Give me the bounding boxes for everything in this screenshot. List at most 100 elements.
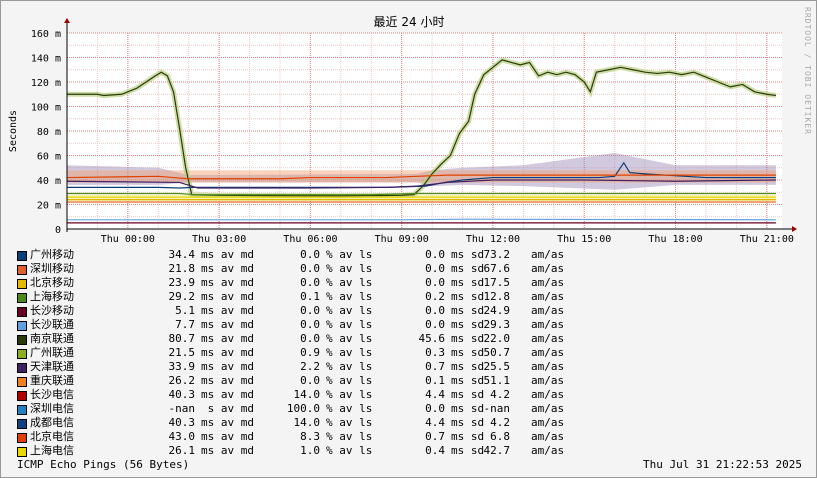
legend-row: 长沙联通 7.7 ms av md 0.0% av ls 0.0 ms sd 29.3 am/…: [17, 318, 577, 332]
legend-row: 天津联通 33.9 ms av md 2.2% av ls 0.7 ms sd 25.5 am…: [17, 360, 577, 374]
legend-avg: -nan: [168, 402, 196, 415]
legend-series-name: 北京移动: [30, 276, 74, 289]
legend-loss: 14.0: [293, 388, 321, 401]
legend-loss-unit: % av ls: [326, 332, 373, 345]
legend-am-unit: am/as: [531, 276, 565, 289]
legend-row: 北京移动 23.9 ms av md 0.0% av ls 0.0 ms sd 17.5 am…: [17, 276, 577, 290]
legend-loss: 0.0: [300, 248, 320, 261]
legend-swatch: [17, 433, 27, 443]
legend-am-unit: am/as: [531, 248, 565, 261]
legend-am-unit: am/as: [531, 262, 565, 275]
legend-sd: 0.7: [425, 430, 445, 443]
legend-series-name: 上海移动: [30, 290, 74, 303]
y-tick-label: 0: [55, 225, 61, 236]
legend-swatch: [17, 447, 27, 457]
legend-avg-unit: ms av md: [201, 304, 254, 317]
legend-am: 25.5: [483, 360, 511, 373]
legend-loss: 0.0: [300, 304, 320, 317]
legend-swatch: [17, 405, 27, 415]
footer-probe-label: ICMP Echo Pings (56 Bytes): [17, 458, 190, 471]
x-tick-label: Thu 15:00: [557, 234, 611, 245]
legend-loss-unit: % av ls: [326, 402, 373, 415]
x-tick-label: Thu 06:00: [283, 234, 337, 245]
legend-series-name: 广州移动: [30, 248, 74, 261]
legend-am: -nan: [483, 402, 511, 415]
legend-row: 上海移动 29.2 ms av md 0.1% av ls 0.2 ms sd 12.8 am…: [17, 290, 577, 304]
legend-row: 广州移动 34.4 ms av md 0.0% av ls 0.0 ms sd 73.2 am…: [17, 248, 577, 262]
legend-am-unit: am/as: [531, 318, 565, 331]
legend-avg: 26.2: [168, 374, 196, 387]
legend-loss: 0.0: [300, 262, 320, 275]
legend-swatch: [17, 279, 27, 289]
legend-avg-unit: ms av md: [201, 444, 254, 457]
x-tick-label: Thu 12:00: [466, 234, 520, 245]
graph-frame: 0 20 m 40 m 60 m 80 m 100 m 120 m 140 m 160 m Thu…: [0, 0, 817, 478]
legend-row: 南京联通 80.7 ms av md 0.0% av ls 45.6 ms sd 22.0 a…: [17, 332, 577, 346]
legend-loss: 0.0: [300, 318, 320, 331]
legend-loss-unit: % av ls: [326, 290, 373, 303]
legend-swatch: [17, 419, 27, 429]
x-axis-arrow: [792, 226, 797, 232]
legend-sd: 0.0: [425, 262, 445, 275]
legend-series-name: 上海电信: [30, 444, 74, 457]
legend-loss-unit: % av ls: [326, 346, 373, 359]
legend-avg-unit: ms av md: [201, 290, 254, 303]
legend-series-name: 广州联通: [30, 346, 74, 359]
legend-loss-unit: % av ls: [326, 262, 373, 275]
legend-avg-unit: ms av md: [201, 360, 254, 373]
footer-timestamp: Thu Jul 31 21:22:53 2025: [643, 458, 802, 471]
y-tick-label: 20 m: [37, 201, 61, 212]
legend-am: 6.8: [490, 430, 510, 443]
legend-loss-unit: % av ls: [326, 444, 373, 457]
legend-avg-unit: ms av md: [201, 276, 254, 289]
legend-avg-unit: ms av md: [201, 332, 254, 345]
legend-series-name: 成都电信: [30, 416, 74, 429]
legend-avg: 40.3: [168, 388, 196, 401]
legend-row: 长沙移动 5.1 ms av md 0.0% av ls 0.0 ms sd 24.9 am/…: [17, 304, 577, 318]
rrdtool-credit: RRDTOOL / TOBI OETIKER: [803, 7, 812, 135]
legend-avg: 26.1: [168, 444, 196, 457]
legend-loss: 0.0: [300, 332, 320, 345]
legend-am-unit: am/as: [531, 388, 565, 401]
legend-loss: 0.0: [300, 276, 320, 289]
legend-swatch: [17, 391, 27, 401]
legend-row: 成都电信 40.3 ms av md 14.0% av ls 4.4 ms sd 4.2 am…: [17, 416, 577, 430]
legend-am-unit: am/as: [531, 360, 565, 373]
legend-sd: 0.3: [425, 346, 445, 359]
legend-sd: 0.4: [425, 444, 445, 457]
legend-avg: 80.7: [168, 332, 196, 345]
legend-am: 67.6: [483, 262, 511, 275]
legend-avg-unit: ms av md: [201, 416, 254, 429]
latency-chart: 0 20 m 40 m 60 m 80 m 100 m 120 m 140 m 160 m Thu…: [8, 15, 797, 245]
x-tick-label: Thu 03:00: [192, 234, 246, 245]
legend-am: 12.8: [483, 290, 511, 303]
y-tick-label: 140 m: [31, 54, 61, 65]
legend-avg-unit: ms av md: [201, 346, 254, 359]
legend-loss-unit: % av ls: [326, 248, 373, 261]
legend-am: 24.9: [483, 304, 511, 317]
legend-avg-unit: ms av md: [201, 248, 254, 261]
deviation-band-2: [67, 194, 776, 203]
legend-series-name: 南京联通: [30, 332, 74, 345]
legend-loss: 0.0: [300, 374, 320, 387]
legend-row: 北京电信 43.0 ms av md 8.3% av ls 0.7 ms sd 6.8 am/…: [17, 430, 577, 444]
legend-row: 重庆联通 26.2 ms av md 0.0% av ls 0.1 ms sd 51.1 am…: [17, 374, 577, 388]
legend-avg-unit: ms av md: [201, 388, 254, 401]
legend-am-unit: am/as: [531, 304, 565, 317]
legend-am-unit: am/as: [531, 346, 565, 359]
legend-sd: 4.4: [425, 416, 445, 429]
legend-loss-unit: % av ls: [326, 276, 373, 289]
y-tick-label: 60 m: [37, 152, 61, 163]
y-tick-label: 160 m: [31, 29, 61, 40]
legend-row: 深圳移动 21.8 ms av md 0.0% av ls 0.0 ms sd 67.6 am…: [17, 262, 577, 276]
y-tick-label: 100 m: [31, 103, 61, 114]
x-tick-label: Thu 00:00: [101, 234, 155, 245]
legend-avg: 7.7: [175, 318, 195, 331]
legend-loss-unit: % av ls: [326, 430, 373, 443]
legend-swatch: [17, 349, 27, 359]
legend-am-unit: am/as: [531, 416, 565, 429]
chart-title: 最近 24 小时: [374, 15, 445, 29]
legend-loss: 2.2: [300, 360, 320, 373]
y-tick-label: 40 m: [37, 176, 61, 187]
legend-series-name: 天津联通: [30, 360, 74, 373]
